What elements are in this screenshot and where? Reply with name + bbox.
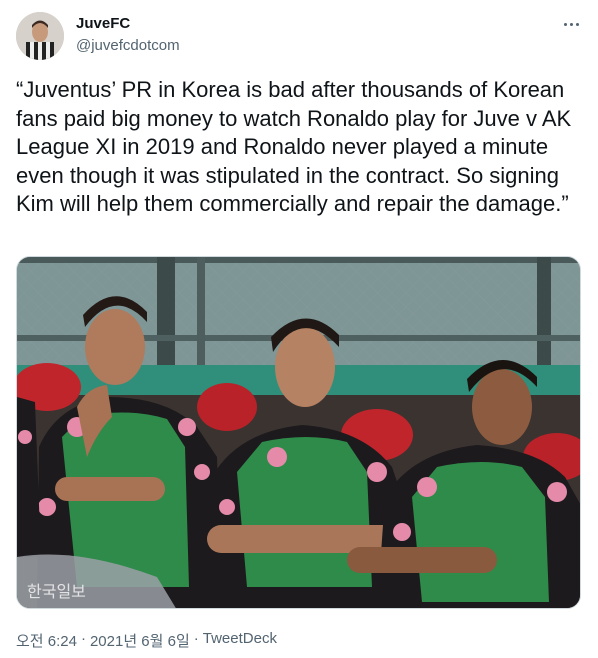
- tweet-time[interactable]: 오전 6:24: [16, 630, 77, 651]
- tweet-source-link[interactable]: TweetDeck: [203, 630, 277, 651]
- more-horizontal-icon: [563, 22, 567, 26]
- tweet-meta: 오전 6:24 · 2021년 6월 6일 · TweetDeck: [16, 630, 277, 651]
- more-horizontal-icon: [575, 22, 579, 26]
- more-horizontal-icon: [569, 22, 573, 26]
- meta-separator: ·: [80, 630, 86, 647]
- avatar[interactable]: [16, 12, 64, 60]
- avatar-image: [16, 12, 64, 60]
- tweet-text: “Juventus’ PR in Korea is bad after thou…: [16, 77, 572, 216]
- photo-image: 한국일보: [17, 257, 580, 608]
- display-name[interactable]: JuveFC: [76, 15, 130, 32]
- meta-separator: ·: [193, 630, 199, 647]
- user-handle[interactable]: @juvefcdotcom: [76, 37, 180, 54]
- tweet-card: JuveFC @juvefcdotcom “Juventus’ PR in Ko…: [0, 0, 598, 658]
- tweet-date[interactable]: 2021년 6월 6일: [90, 630, 190, 651]
- tweet-photo[interactable]: 한국일보: [16, 256, 581, 609]
- photo-watermark: 한국일보: [27, 582, 86, 601]
- more-options-button[interactable]: [556, 14, 586, 34]
